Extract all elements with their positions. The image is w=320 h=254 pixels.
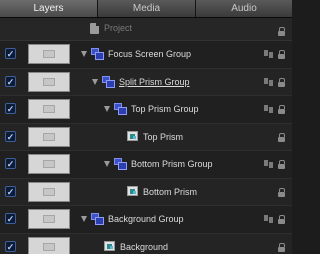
lock-icon[interactable] xyxy=(278,50,285,59)
tab-media[interactable]: Media xyxy=(98,0,196,17)
image-layer-icon xyxy=(104,240,115,251)
layer-row-background-group[interactable]: ✓ Background Group xyxy=(0,206,292,234)
layer-row-focus-screen-group[interactable]: ✓ Focus Screen Group xyxy=(0,41,292,69)
lock-icon[interactable] xyxy=(278,132,285,142)
lock-icon[interactable] xyxy=(278,187,285,197)
layer-row-split-prism-group[interactable]: ✓ Split Prism Group xyxy=(0,68,292,96)
lock-icon[interactable] xyxy=(278,27,285,36)
layer-thumbnail xyxy=(28,44,70,64)
disclosure-triangle-icon[interactable] xyxy=(92,78,98,85)
layer-name: Top Prism xyxy=(143,131,184,142)
visibility-checkbox[interactable]: ✓ xyxy=(5,75,16,87)
layer-row-top-prism[interactable]: ✓ Top Prism xyxy=(0,123,292,151)
layer-list: ✓ Focus Screen Group ✓ Split Prism Group… xyxy=(0,41,292,254)
layer-thumbnail xyxy=(28,209,70,229)
tab-bar: Layers Media Audio xyxy=(0,0,292,18)
layer-thumbnail xyxy=(28,181,70,202)
tab-layers[interactable]: Layers xyxy=(0,0,98,17)
visibility-checkbox[interactable]: ✓ xyxy=(5,158,16,169)
image-layer-icon xyxy=(127,130,138,141)
group-icon xyxy=(114,158,127,170)
lock-icon[interactable] xyxy=(278,242,285,252)
layer-name: Bottom Prism Group xyxy=(131,159,213,169)
layer-name: Top Prism Group xyxy=(131,104,199,114)
layer-row-background[interactable]: ✓ Background xyxy=(0,233,292,254)
group-icon xyxy=(91,48,104,60)
lock-icon[interactable] xyxy=(278,215,285,224)
layer-name: Background xyxy=(120,241,169,252)
layer-row-bottom-prism-group[interactable]: ✓ Bottom Prism Group xyxy=(0,151,292,179)
layer-thumbnail xyxy=(28,71,70,92)
layer-row-top-prism-group[interactable]: ✓ Top Prism Group xyxy=(0,96,292,124)
layer-stack-icon xyxy=(264,160,274,169)
image-layer-icon xyxy=(127,185,138,196)
layer-stack-icon xyxy=(264,105,274,114)
disclosure-triangle-icon[interactable] xyxy=(81,216,87,222)
disclosure-triangle-icon[interactable] xyxy=(81,51,87,57)
visibility-checkbox[interactable]: ✓ xyxy=(5,213,16,224)
group-icon xyxy=(114,103,127,115)
project-label: Project xyxy=(104,23,133,33)
visibility-checkbox[interactable]: ✓ xyxy=(5,240,16,252)
layer-thumbnail xyxy=(28,99,70,119)
visibility-checkbox[interactable]: ✓ xyxy=(5,185,16,197)
layer-thumbnail xyxy=(28,154,70,174)
visibility-checkbox[interactable]: ✓ xyxy=(5,103,16,114)
layers-panel: Layers Media Audio Project ✓ Focus Scree… xyxy=(0,0,292,254)
tab-audio[interactable]: Audio xyxy=(196,0,292,17)
group-icon xyxy=(91,213,104,225)
lock-icon[interactable] xyxy=(278,160,285,169)
visibility-checkbox[interactable]: ✓ xyxy=(5,48,16,59)
layer-thumbnail xyxy=(28,126,70,147)
project-row[interactable]: Project xyxy=(0,18,292,41)
visibility-checkbox[interactable]: ✓ xyxy=(5,130,16,142)
group-icon xyxy=(102,75,115,88)
layer-stack-icon xyxy=(264,50,274,59)
layer-name: Background Group xyxy=(108,214,184,224)
disclosure-triangle-icon[interactable] xyxy=(104,161,110,167)
project-document-icon xyxy=(90,23,99,34)
layer-name: Bottom Prism xyxy=(143,186,198,197)
layer-name: Split Prism Group xyxy=(119,76,190,87)
lock-icon[interactable] xyxy=(278,77,285,87)
layer-stack-icon xyxy=(264,77,274,87)
disclosure-triangle-icon[interactable] xyxy=(104,106,110,112)
layer-name: Focus Screen Group xyxy=(108,49,192,59)
layer-stack-icon xyxy=(264,215,274,224)
layer-thumbnail xyxy=(28,236,70,254)
lock-icon[interactable] xyxy=(278,105,285,114)
layer-row-bottom-prism[interactable]: ✓ Bottom Prism xyxy=(0,178,292,206)
